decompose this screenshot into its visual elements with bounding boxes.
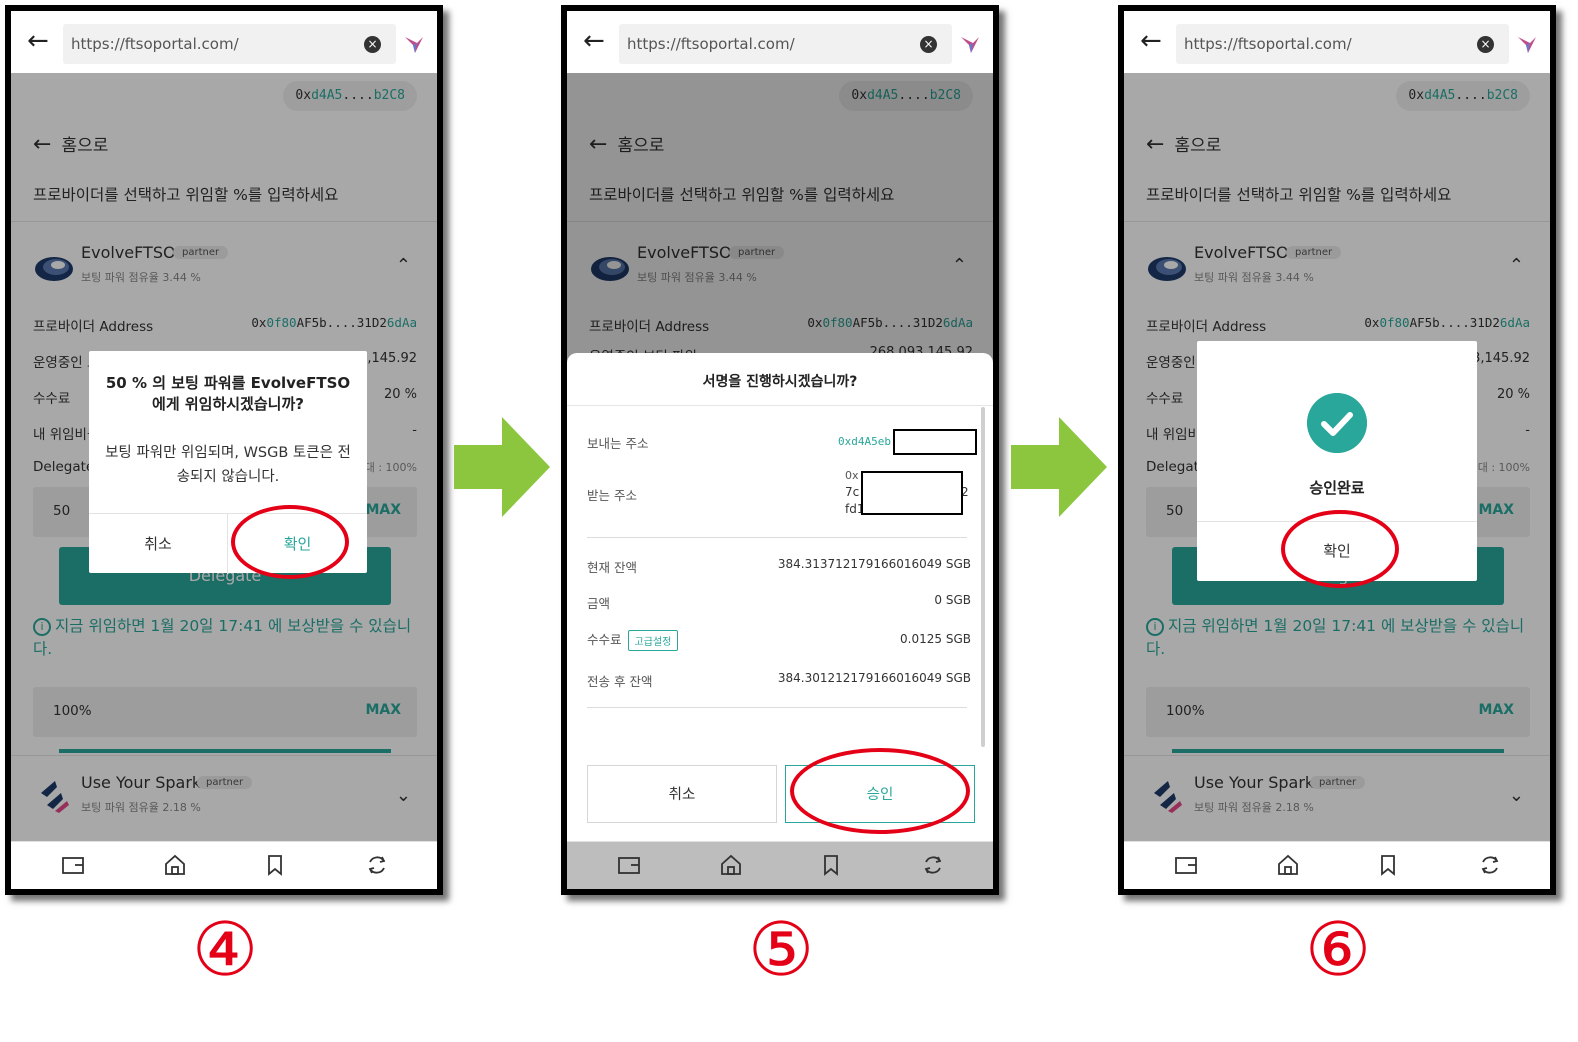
- url-field[interactable]: https://ftsoportal.com/: [63, 24, 396, 64]
- advanced-settings-button[interactable]: 고급설정: [627, 630, 679, 651]
- refresh-icon[interactable]: [921, 853, 945, 877]
- divider: [567, 405, 993, 406]
- divider: [587, 537, 967, 538]
- wallet-icon[interactable]: [61, 853, 85, 877]
- clear-circle-icon[interactable]: ×: [920, 36, 937, 53]
- browser-url-bar: ← https://ftsoportal.com/ ×: [1124, 11, 1550, 73]
- highlight-ring-approve: [790, 748, 970, 834]
- green-right-arrow-icon: [1011, 417, 1107, 517]
- approval-status: 승인완료: [1309, 479, 1365, 497]
- browser-url-bar: ← https://ftsoportal.com/ ×: [567, 11, 993, 73]
- phone-screen-step-6: ← https://ftsoportal.com/ × 0xd4A5....b2…: [1118, 5, 1556, 895]
- wallet-icon[interactable]: [1174, 853, 1198, 877]
- back-arrow-icon[interactable]: ←: [27, 27, 49, 55]
- step-number-5: ⑤: [747, 907, 815, 993]
- browser-url-bar: ← https://ftsoportal.com/ ×: [11, 11, 437, 73]
- fee-row: 수수료 고급설정 0.0125 SGB: [587, 629, 971, 651]
- refresh-icon[interactable]: [365, 853, 389, 877]
- home-icon[interactable]: [1276, 853, 1300, 877]
- cancel-button[interactable]: 취소: [89, 514, 228, 574]
- bottom-nav: [567, 841, 993, 889]
- back-arrow-icon[interactable]: ←: [1140, 27, 1162, 55]
- bookmark-icon[interactable]: [819, 853, 843, 877]
- check-icon: [1307, 393, 1367, 453]
- sheet-title: 서명을 진행하시겠습니까?: [702, 374, 858, 390]
- hummingbird-icon[interactable]: [1516, 33, 1538, 55]
- cancel-button[interactable]: 취소: [587, 765, 777, 823]
- bottom-nav: [1124, 841, 1550, 889]
- hummingbird-icon[interactable]: [959, 33, 981, 55]
- url-field[interactable]: https://ftsoportal.com/: [1176, 24, 1509, 64]
- dialog-message: 보팅 파워만 위임되며, WSGB 토큰은 전송되지 않습니다.: [105, 445, 351, 485]
- bookmark-icon[interactable]: [1376, 853, 1400, 877]
- refresh-icon[interactable]: [1478, 853, 1502, 877]
- wallet-icon[interactable]: [617, 853, 641, 877]
- home-icon[interactable]: [163, 853, 187, 877]
- home-icon[interactable]: [719, 853, 743, 877]
- clear-circle-icon[interactable]: ×: [364, 36, 381, 53]
- back-arrow-icon[interactable]: ←: [583, 27, 605, 55]
- green-right-arrow-icon: [454, 417, 550, 517]
- step-number-4: ④: [191, 907, 259, 993]
- redaction-box: [861, 471, 963, 515]
- redaction-box: [893, 429, 977, 455]
- step-number-6: ⑥: [1304, 907, 1372, 993]
- bookmark-icon[interactable]: [263, 853, 287, 877]
- clear-circle-icon[interactable]: ×: [1477, 36, 1494, 53]
- bottom-nav: [11, 841, 437, 889]
- hummingbird-icon[interactable]: [403, 33, 425, 55]
- divider: [587, 707, 967, 708]
- current-balance-row: 현재 잔액 384.313712179166016049 SGB: [587, 557, 971, 575]
- highlight-ring-confirm-2: [1281, 510, 1399, 588]
- after-balance-row: 전송 후 잔액 384.301212179166016049 SGB: [587, 671, 971, 689]
- dialog-title: 50 % 의 보팅 파워를 EvolveFTSO 에게 위임하시겠습니까?: [105, 374, 351, 413]
- sheet-scrollbar[interactable]: [981, 407, 985, 747]
- amount-row: 금액 0 SGB: [587, 593, 971, 611]
- phone-screen-step-4: ← https://ftsoportal.com/ × 0xd4A5....b2…: [5, 5, 443, 895]
- highlight-ring-confirm: [231, 505, 349, 579]
- url-field[interactable]: https://ftsoportal.com/: [619, 24, 952, 64]
